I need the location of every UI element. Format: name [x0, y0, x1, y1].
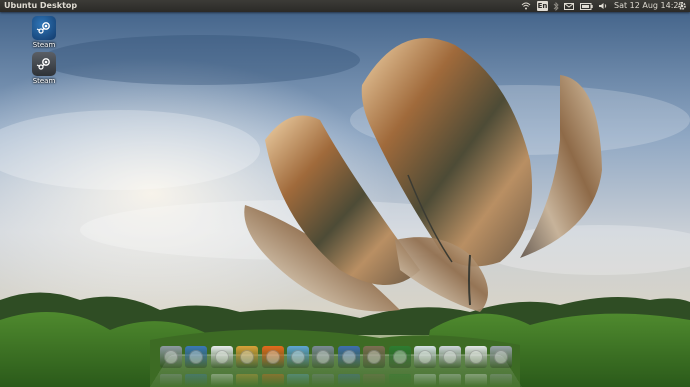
mail-icon[interactable]	[563, 0, 575, 12]
dock	[160, 346, 520, 374]
dock-item[interactable]	[414, 346, 436, 368]
dock-item[interactable]	[287, 346, 309, 368]
dock-reflection	[439, 374, 462, 386]
dock-reflection	[287, 374, 309, 386]
volume-icon[interactable]	[597, 0, 609, 12]
dock-reflection	[236, 374, 259, 386]
dock-item[interactable]	[388, 346, 411, 368]
dock-item[interactable]	[439, 346, 462, 368]
browser-icon	[291, 350, 305, 364]
dock-item[interactable]	[236, 346, 259, 368]
dock-reflection	[414, 374, 436, 386]
dock-reflection	[312, 374, 335, 386]
settings-icon	[316, 350, 331, 364]
dock-reflection	[210, 374, 233, 386]
system-monitor-icon	[392, 350, 407, 364]
home-folder-icon	[164, 350, 178, 364]
dock-reflection	[388, 374, 411, 386]
dock-reflection	[363, 374, 386, 386]
media-icon	[240, 350, 255, 364]
active-window-title: Ubuntu Desktop	[4, 1, 78, 10]
dock-reflection	[464, 374, 487, 386]
steam-icon	[32, 52, 56, 76]
web-icon	[341, 350, 356, 364]
dock-item[interactable]	[160, 346, 182, 368]
dock-item[interactable]	[210, 346, 233, 368]
wifi-icon[interactable]	[520, 0, 532, 12]
session-gear-icon[interactable]	[676, 0, 688, 12]
desktop-icon-label: Steam	[32, 77, 56, 85]
desktop-icon-label: Steam	[32, 41, 56, 49]
dock-item[interactable]	[185, 346, 208, 368]
dock-item[interactable]	[312, 346, 335, 368]
clock[interactable]: Sat 12 Aug 14:27	[614, 0, 684, 12]
dock-item[interactable]	[337, 346, 360, 368]
screenshot-icon	[443, 350, 458, 364]
desktop-icon	[189, 350, 204, 364]
desktop-icon-steam[interactable]: Steam	[26, 16, 62, 49]
trash-icon	[494, 350, 509, 364]
dock-reflection	[490, 374, 513, 386]
dock-item[interactable]	[464, 346, 487, 368]
dock-reflection	[185, 374, 208, 386]
terminal-icon	[418, 350, 432, 364]
gimp-icon	[367, 350, 382, 364]
desktop-icon-steam[interactable]: Steam	[26, 52, 62, 85]
firefox-icon	[265, 350, 280, 364]
desktop-wallpaper	[0, 0, 690, 387]
dock-reflection	[261, 374, 284, 386]
dock-item[interactable]	[490, 346, 513, 368]
calendar-icon	[214, 350, 229, 364]
dock-reflection	[160, 374, 182, 386]
keyboard-layout-indicator[interactable]: En	[537, 1, 548, 11]
bluetooth-icon[interactable]	[551, 0, 561, 12]
battery-icon[interactable]	[579, 0, 593, 12]
dock-reflection	[337, 374, 360, 386]
top-panel: Ubuntu Desktop En Sat 12 Aug 14:27	[0, 0, 690, 12]
dock-item[interactable]	[261, 346, 284, 368]
network-icon	[468, 350, 483, 364]
dock-item[interactable]	[363, 346, 386, 368]
steam-icon	[32, 16, 56, 40]
